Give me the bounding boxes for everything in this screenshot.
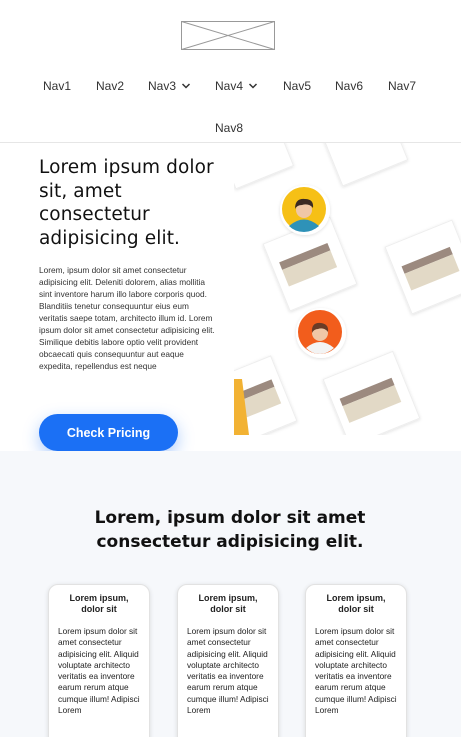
hero-title: Lorem ipsum dolor sit, amet consectetur … xyxy=(39,157,214,249)
nav-label: Nav8 xyxy=(215,121,244,135)
feature-card-text: Lorem ipsum dolor sit amet consectetur a… xyxy=(315,626,397,716)
site-header: Nav1 Nav2 Nav3 Nav4 Nav5 Nav6 Nav7 Nav8 xyxy=(0,0,461,143)
hero-description: Lorem, ipsum dolor sit amet consectetur … xyxy=(39,265,215,371)
feature-card-title: Lorem ipsum, dolor sit xyxy=(198,593,258,614)
chevron-down-icon xyxy=(181,83,191,89)
nav-label: Nav5 xyxy=(283,79,312,93)
nav-label: Nav2 xyxy=(96,79,125,93)
hero-illustration xyxy=(234,143,461,435)
feature-card: Lorem ipsum, dolor sit Lorem ipsum dolor… xyxy=(177,584,279,737)
nav-item-3[interactable]: Nav3 xyxy=(148,78,191,94)
nav-item-6[interactable]: Nav6 xyxy=(335,78,363,94)
illustration-card xyxy=(234,143,295,190)
nav-label: Nav6 xyxy=(335,79,364,93)
nav-label: Nav7 xyxy=(388,79,417,93)
nav-label: Nav3 xyxy=(148,79,177,93)
feature-card: Lorem ipsum, dolor sit Lorem ipsum dolor… xyxy=(305,584,407,737)
nav-item-4[interactable]: Nav4 xyxy=(215,78,258,94)
nav-item-2[interactable]: Nav2 xyxy=(96,78,124,94)
nav-label: Nav4 xyxy=(215,79,244,93)
feature-card-text: Lorem ipsum dolor sit amet consectetur a… xyxy=(187,626,269,716)
nav-item-1[interactable]: Nav1 xyxy=(43,78,71,94)
avatar xyxy=(296,308,346,358)
chevron-down-icon xyxy=(248,83,258,89)
nav-item-5[interactable]: Nav5 xyxy=(283,78,311,94)
nav-label: Nav1 xyxy=(43,79,72,93)
nav-item-8[interactable]: Nav8 xyxy=(215,120,243,136)
logo-placeholder-icon[interactable] xyxy=(181,21,275,50)
feature-card-text: Lorem ipsum dolor sit amet consectetur a… xyxy=(58,626,140,716)
features-title: Lorem, ipsum dolor sit amet consectetur … xyxy=(94,508,366,552)
feature-card: Lorem ipsum, dolor sit Lorem ipsum dolor… xyxy=(48,584,150,737)
avatar xyxy=(280,185,330,235)
nav-item-7[interactable]: Nav7 xyxy=(388,78,416,94)
check-pricing-button[interactable]: Check Pricing xyxy=(39,414,178,451)
feature-card-title: Lorem ipsum, dolor sit xyxy=(326,593,386,614)
feature-card-title: Lorem ipsum, dolor sit xyxy=(69,593,129,614)
